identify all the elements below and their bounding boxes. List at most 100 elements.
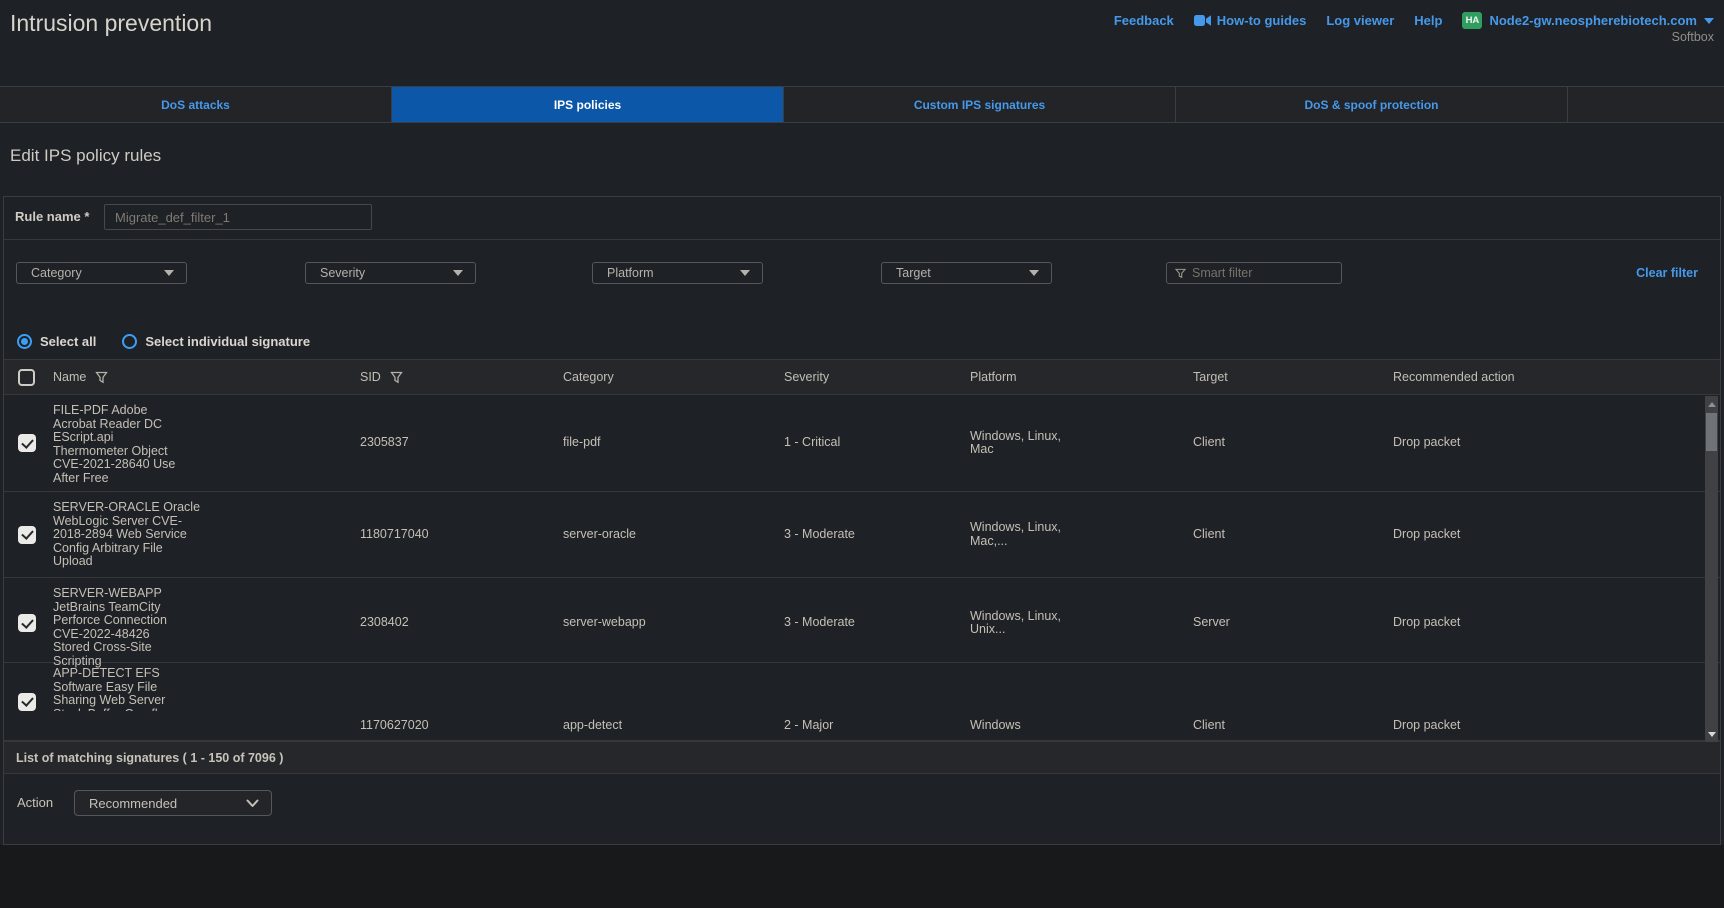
signature-platform: Windows, Linux, Unix... — [970, 610, 1193, 637]
feedback-link[interactable]: Feedback — [1114, 13, 1174, 28]
clear-filter-link[interactable]: Clear filter — [1636, 262, 1698, 284]
column-header-category: Category — [563, 370, 784, 384]
intrusion-prevention-page: Intrusion prevention Feedback How-to gui… — [0, 0, 1724, 908]
log-viewer-link[interactable]: Log viewer — [1326, 13, 1394, 28]
signature-name: SERVER-WEBAPP JetBrains TeamCity Perforc… — [53, 578, 360, 668]
tab-ips-policies[interactable]: IPS policies — [392, 87, 784, 122]
table-row: SERVER-ORACLE Oracle WebLogic Server CVE… — [4, 492, 1720, 578]
signature-severity: 1 - Critical — [784, 436, 970, 450]
row-checkbox[interactable] — [18, 526, 36, 544]
scroll-up-arrow-icon[interactable] — [1705, 397, 1718, 411]
table-row: APP-DETECT EFS Software Easy File Sharin… — [4, 663, 1720, 741]
table-scrollbar[interactable] — [1705, 396, 1718, 742]
signature-category: app-detect — [563, 719, 784, 741]
name-filter-funnel-icon[interactable] — [95, 371, 108, 384]
signature-category: file-pdf — [563, 436, 784, 450]
tab-custom-ips-signatures[interactable]: Custom IPS signatures — [784, 87, 1176, 122]
signature-sid: 2308402 — [360, 616, 563, 630]
column-header-recommended-action: Recommended action — [1393, 370, 1720, 384]
rule-name-label: Rule name * — [15, 204, 89, 230]
select-individual-radio[interactable]: Select individual signature — [122, 334, 310, 349]
chevron-down-icon — [1704, 18, 1714, 24]
row-checkbox[interactable] — [18, 693, 36, 711]
select-all-radio[interactable]: Select all — [17, 334, 96, 349]
funnel-icon — [1175, 268, 1186, 279]
signature-category: server-oracle — [563, 528, 784, 542]
hostname-menu[interactable]: HA Node2-gw.neospherebiotech.com — [1462, 12, 1714, 29]
signature-action: Drop packet — [1393, 436, 1720, 450]
signature-action: Drop packet — [1393, 528, 1720, 542]
smart-filter-box — [1166, 262, 1342, 284]
matching-signatures-summary: List of matching signatures ( 1 - 150 of… — [16, 751, 283, 765]
signature-severity: 3 - Moderate — [784, 528, 970, 542]
tab-dos-attacks[interactable]: DoS attacks — [0, 87, 392, 122]
signature-name: SERVER-ORACLE Oracle WebLogic Server CVE… — [53, 492, 360, 569]
divider — [4, 239, 1720, 240]
smart-filter-input[interactable] — [1192, 266, 1333, 280]
tab-bar: DoS attacks IPS policies Custom IPS sign… — [0, 86, 1724, 123]
signature-severity: 2 - Major — [784, 719, 970, 741]
hostname-label: Node2-gw.neospherebiotech.com — [1489, 13, 1697, 28]
video-camera-icon — [1194, 14, 1211, 27]
signature-platform: Windows — [970, 719, 1193, 741]
signature-severity: 3 - Moderate — [784, 616, 970, 630]
scroll-down-arrow-icon[interactable] — [1705, 727, 1718, 741]
column-header-sid: SID — [360, 370, 563, 384]
select-all-checkbox[interactable] — [18, 369, 35, 386]
action-row: Action Recommended — [4, 774, 1720, 847]
help-link[interactable]: Help — [1414, 13, 1442, 28]
action-select[interactable]: Recommended — [74, 790, 272, 816]
signatures-table: Name SID Category Severity Platform Targ… — [4, 359, 1720, 774]
column-header-target: Target — [1193, 370, 1393, 384]
signature-platform: Windows, Linux, Mac,... — [970, 521, 1193, 548]
signature-target: Client — [1193, 436, 1393, 450]
rule-name-row: Rule name * — [4, 197, 1720, 239]
signature-sid: 2305837 — [360, 436, 563, 450]
sid-filter-funnel-icon[interactable] — [390, 371, 403, 384]
signature-category: server-webapp — [563, 616, 784, 630]
scrollbar-thumb[interactable] — [1706, 413, 1717, 451]
radio-selected-icon — [17, 334, 32, 349]
howto-guides-link[interactable]: How-to guides — [1194, 13, 1307, 28]
edit-ips-policy-panel: Rule name * Category Severity Platform T… — [3, 196, 1721, 845]
row-checkbox[interactable] — [18, 434, 36, 452]
tab-dos-spoof-protection[interactable]: DoS & spoof protection — [1176, 87, 1568, 122]
chevron-down-icon — [1029, 270, 1039, 276]
chevron-down-icon — [164, 270, 174, 276]
target-dropdown[interactable]: Target — [881, 262, 1052, 284]
chevron-down-icon — [740, 270, 750, 276]
chevron-down-icon — [453, 270, 463, 276]
header-links: Feedback How-to guides Log viewer Help H… — [1114, 12, 1714, 29]
selection-mode-row: Select all Select individual signature — [17, 332, 1720, 350]
severity-dropdown[interactable]: Severity — [305, 262, 476, 284]
signature-name: FILE-PDF Adobe Acrobat Reader DC EScript… — [53, 395, 360, 485]
page-header: Intrusion prevention Feedback How-to gui… — [0, 0, 1724, 86]
signature-platform: Windows, Linux, Mac — [970, 430, 1193, 457]
bottom-strip — [0, 845, 1724, 908]
column-header-name: Name — [53, 370, 360, 384]
ha-badge: HA — [1462, 12, 1482, 29]
signature-sid: 1180717040 — [360, 528, 563, 542]
table-row: SERVER-WEBAPP JetBrains TeamCity Perforc… — [4, 578, 1720, 663]
column-header-platform: Platform — [970, 370, 1193, 384]
table-row: FILE-PDF Adobe Acrobat Reader DC EScript… — [4, 395, 1720, 492]
column-header-severity: Severity — [784, 370, 970, 384]
rule-name-input[interactable] — [104, 204, 372, 230]
section-heading: Edit IPS policy rules — [10, 146, 161, 166]
table-footer: List of matching signatures ( 1 - 150 of… — [4, 742, 1720, 774]
category-dropdown[interactable]: Category — [16, 262, 187, 284]
signature-action: Drop packet — [1393, 616, 1720, 630]
environment-label: Softbox — [1672, 30, 1714, 44]
row-checkbox[interactable] — [18, 614, 36, 632]
signature-target: Client — [1193, 719, 1393, 741]
signature-name: APP-DETECT EFS Software Easy File Sharin… — [53, 663, 360, 711]
action-label: Action — [17, 790, 53, 816]
signature-action: Drop packet — [1393, 719, 1720, 741]
table-header-row: Name SID Category Severity Platform Targ… — [4, 359, 1720, 395]
chevron-down-icon — [246, 799, 259, 808]
filter-row: Category Severity Platform Target — [4, 262, 1720, 284]
signature-sid: 1170627020 — [360, 719, 563, 741]
signature-target: Client — [1193, 528, 1393, 542]
radio-unselected-icon — [122, 334, 137, 349]
platform-dropdown[interactable]: Platform — [592, 262, 763, 284]
